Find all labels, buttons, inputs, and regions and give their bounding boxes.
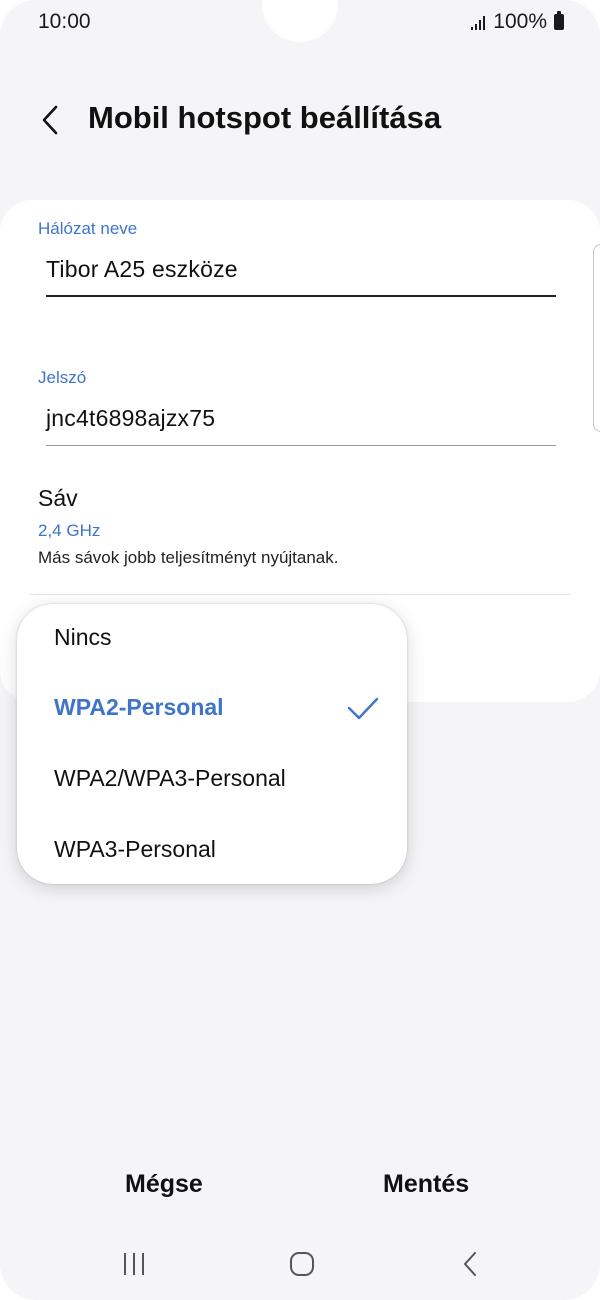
status-indicators: 100% [471, 10, 564, 34]
status-bar: 10:00 100% [0, 0, 600, 48]
security-option-wpa3-personal[interactable]: WPA3-Personal [17, 816, 407, 886]
divider [30, 594, 570, 595]
home-button[interactable] [278, 1244, 326, 1284]
back-button[interactable] [28, 98, 72, 142]
screen: 10:00 100% Mobil hotspot beállítása Háló… [0, 0, 600, 1300]
chevron-left-icon [42, 105, 58, 135]
home-icon [290, 1252, 314, 1276]
battery-percentage: 100% [493, 10, 547, 33]
security-option-wpa2-wpa3-personal[interactable]: WPA2/WPA3-Personal [17, 745, 407, 815]
option-label: Nincs [54, 624, 112, 650]
band-hint: Más sávok jobb teljesítményt nyújtanak. [38, 548, 339, 567]
back-icon [464, 1252, 476, 1276]
network-name-underline [46, 295, 556, 297]
network-name-input[interactable]: Tibor A25 eszköze [46, 256, 238, 283]
cancel-button[interactable]: Mégse [125, 1170, 203, 1199]
page-title: Mobil hotspot beállítása [88, 100, 442, 135]
network-name-label: Hálózat neve [38, 219, 138, 238]
camera-notch [262, 0, 338, 42]
security-dropdown-popup: Nincs WPA2-Personal WPA2/WPA3-Personal W… [17, 604, 407, 884]
navigation-bar [0, 1236, 600, 1292]
password-label: Jelszó [38, 368, 87, 387]
band-title: Sáv [38, 485, 78, 511]
password-underline [46, 445, 556, 446]
security-option-wpa2-personal[interactable]: WPA2-Personal [17, 674, 407, 744]
checkmark-icon [347, 697, 379, 720]
nav-back-button[interactable] [446, 1244, 494, 1284]
option-label: WPA3-Personal [54, 836, 216, 862]
scroll-indicator[interactable] [593, 244, 600, 432]
header: Mobil hotspot beállítása [0, 88, 600, 152]
password-input[interactable]: jnc4t6898ajzx75 [46, 405, 215, 432]
signal-icon [471, 14, 486, 30]
security-option-none[interactable]: Nincs [17, 604, 407, 674]
recent-apps-icon [124, 1253, 144, 1275]
status-time: 10:00 [38, 10, 91, 33]
option-label: WPA2/WPA3-Personal [54, 765, 286, 791]
recent-apps-button[interactable] [110, 1244, 158, 1284]
battery-icon [554, 11, 564, 30]
option-label: WPA2-Personal [54, 694, 224, 720]
band-value: 2,4 GHz [38, 521, 101, 540]
save-button[interactable]: Mentés [383, 1170, 469, 1199]
